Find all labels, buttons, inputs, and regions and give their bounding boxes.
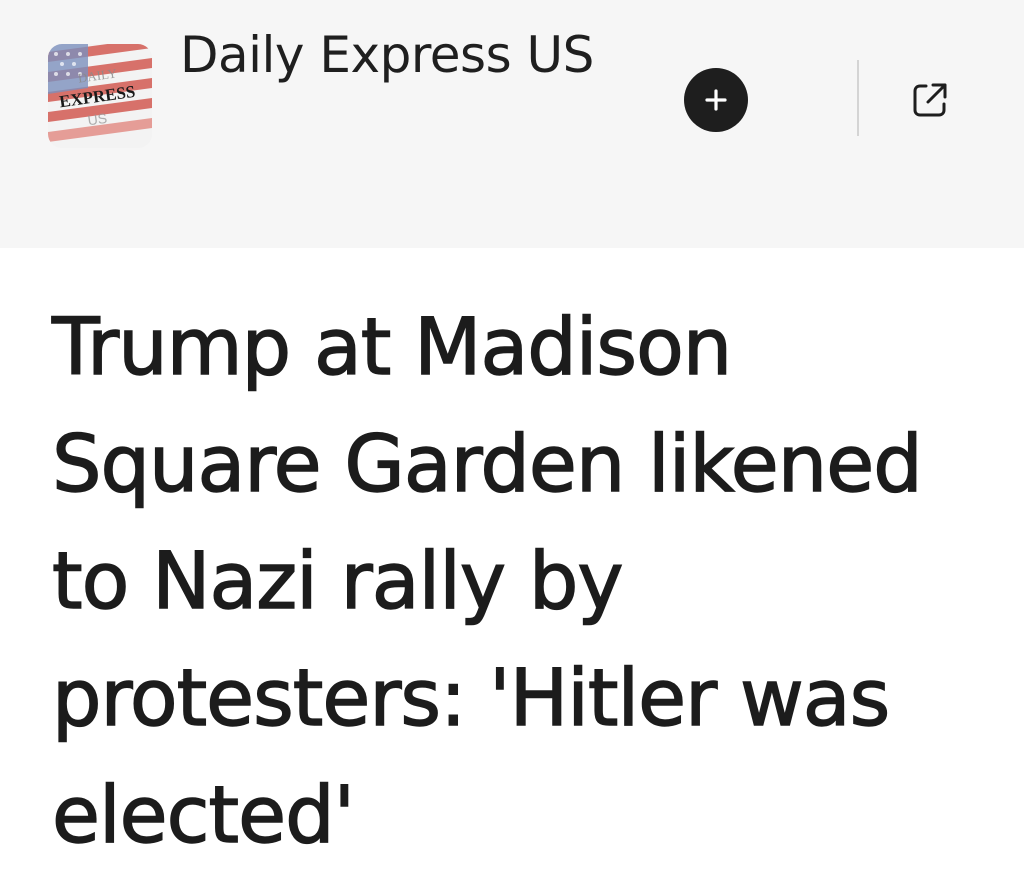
publisher-logo[interactable]: DAILY EXPRESS US <box>48 44 152 148</box>
plus-icon <box>705 89 727 111</box>
svg-text:US: US <box>87 110 108 129</box>
open-external-button[interactable] <box>900 70 960 130</box>
publisher-header: DAILY EXPRESS US Daily Express US <box>0 0 1024 248</box>
follow-button[interactable] <box>684 68 748 132</box>
publisher-name[interactable]: Daily Express US <box>180 18 640 92</box>
article-headline: Trump at Madison Square Garden likened t… <box>51 302 923 861</box>
external-link-icon <box>913 83 947 117</box>
header-divider <box>857 60 859 136</box>
daily-express-us-logo-icon: DAILY EXPRESS US <box>48 44 152 148</box>
